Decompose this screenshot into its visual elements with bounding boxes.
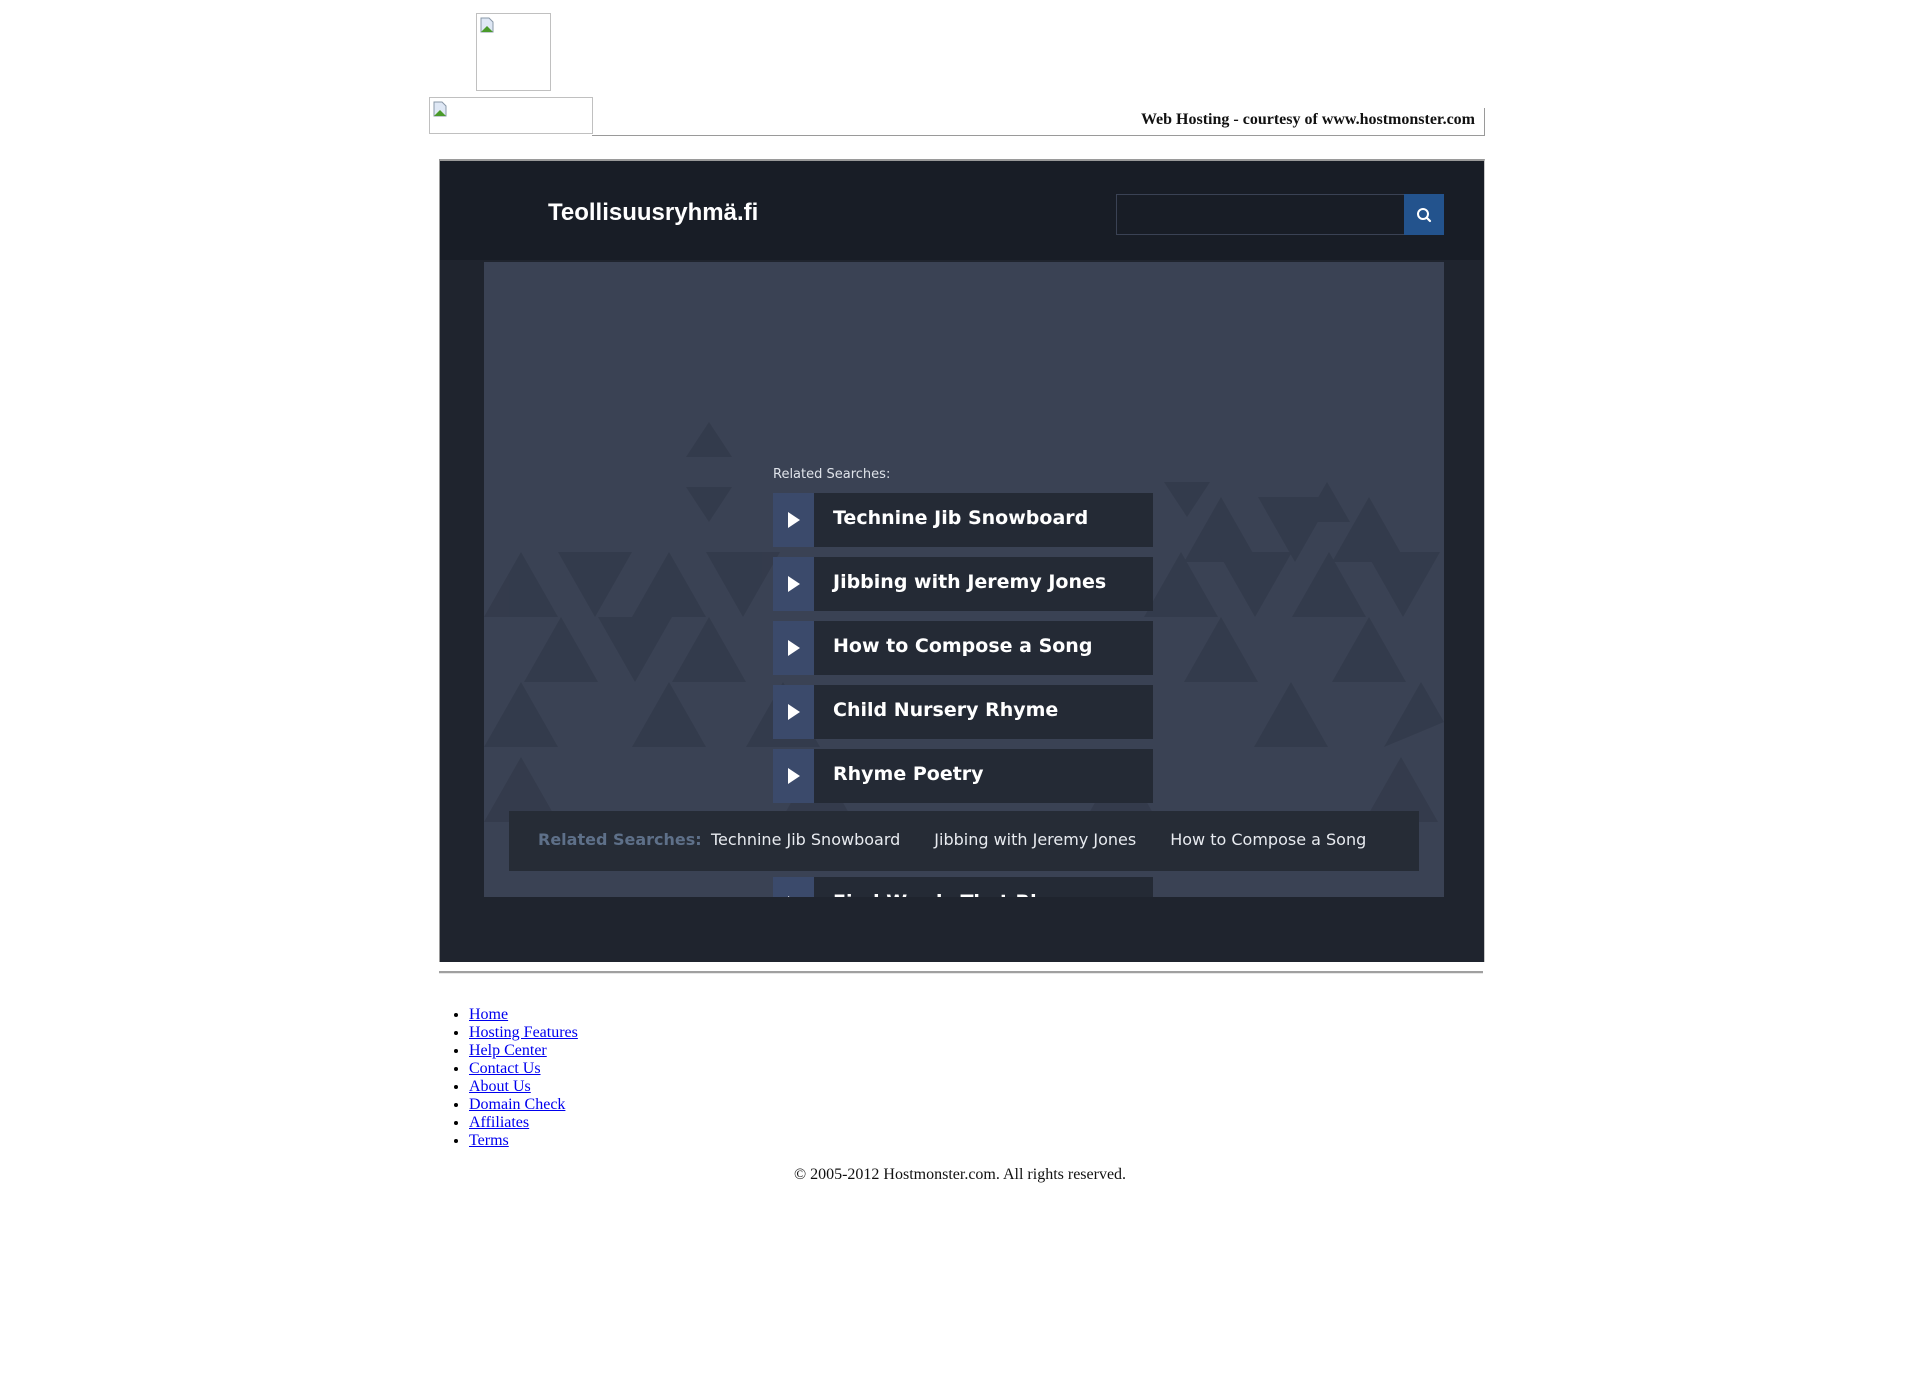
site-title: Teollisuusryhmä.fi <box>548 199 759 226</box>
arrow-cell <box>773 493 814 547</box>
play-arrow-icon <box>788 576 800 592</box>
banner-image <box>429 97 593 134</box>
copyright-text: © 2005-2012 Hostmonster.com. All rights … <box>793 1166 1127 1183</box>
related-search-link[interactable]: Find Words That Rhyme <box>773 877 1153 897</box>
broken-image-icon <box>433 101 447 117</box>
related-search-label: How to Compose a Song <box>833 635 1093 657</box>
footer-nav-item: Help Center <box>469 1042 578 1060</box>
bottom-related-links: Technine Jib Snowboard Jibbing with Jere… <box>711 830 1396 850</box>
footer-nav-item: Terms <box>469 1132 578 1150</box>
related-search-link[interactable]: Jibbing with Jeremy Jones <box>773 557 1153 611</box>
search-icon <box>1417 207 1432 222</box>
related-search-label: Child Nursery Rhyme <box>833 699 1059 721</box>
bottom-related-bar: Related Searches: Technine Jib Snowboard… <box>509 811 1419 871</box>
parked-domain-panel: Teollisuusryhmä.fi Related Searches: Tec… <box>439 159 1485 962</box>
broken-image-icon <box>480 17 494 33</box>
hosting-courtesy-text: Web Hosting - courtesy of www.hostmonste… <box>1140 111 1475 128</box>
related-search-label: Jibbing with Jeremy Jones <box>833 571 1107 593</box>
footer-divider <box>439 971 1483 974</box>
play-arrow-icon <box>788 896 790 897</box>
related-search-link[interactable]: Child Nursery Rhyme <box>773 685 1153 739</box>
arrow-cell <box>773 749 814 803</box>
arrow-cell <box>773 877 814 897</box>
footer-nav: Home Hosting Features Help Center Contac… <box>429 1006 578 1150</box>
related-search-link[interactable]: How to Compose a Song <box>773 621 1153 675</box>
related-searches-label: Related Searches: <box>773 467 891 482</box>
footer-nav-item: Contact Us <box>469 1060 578 1078</box>
footer-nav-item: Affiliates <box>469 1114 578 1132</box>
search-button[interactable] <box>1404 194 1444 235</box>
play-arrow-icon <box>788 640 800 656</box>
footer-link-hosting-features[interactable]: Hosting Features <box>469 1024 578 1041</box>
arrow-cell <box>773 621 814 675</box>
footer-link-about-us[interactable]: About Us <box>469 1078 531 1095</box>
bottom-related-link[interactable]: How to Compose a Song <box>1170 830 1366 849</box>
banner-divider <box>592 135 1485 136</box>
play-arrow-icon <box>788 704 800 720</box>
bottom-related-link[interactable]: Jibbing with Jeremy Jones <box>934 830 1136 849</box>
footer-nav-item: Home <box>469 1006 578 1024</box>
panel-header: Teollisuusryhmä.fi <box>440 161 1484 260</box>
footer-link-terms[interactable]: Terms <box>469 1132 509 1149</box>
related-search-link[interactable]: Technine Jib Snowboard <box>773 493 1153 547</box>
search-form <box>1116 194 1444 235</box>
related-search-label: Find Words That Rhyme <box>833 891 1089 897</box>
bottom-related-link[interactable]: Technine Jib Snowboard <box>711 830 900 849</box>
related-search-label: Rhyme Poetry <box>833 763 984 785</box>
footer-link-affiliates[interactable]: Affiliates <box>469 1114 529 1131</box>
related-search-link[interactable]: Rhyme Poetry <box>773 749 1153 803</box>
footer-nav-item: Domain Check <box>469 1096 578 1114</box>
arrow-cell <box>773 685 814 739</box>
search-input[interactable] <box>1116 194 1405 235</box>
footer-nav-item: About Us <box>469 1078 578 1096</box>
bottom-related-label: Related Searches: <box>538 830 702 849</box>
banner-divider-vertical <box>1484 108 1485 136</box>
logo-image <box>476 13 551 91</box>
footer-nav-item: Hosting Features <box>469 1024 578 1042</box>
footer-link-domain-check[interactable]: Domain Check <box>469 1096 565 1113</box>
play-arrow-icon <box>788 512 800 528</box>
related-search-label: Technine Jib Snowboard <box>833 507 1089 529</box>
content-area: Related Searches: Technine Jib Snowboard… <box>484 262 1444 897</box>
play-arrow-icon <box>788 768 800 784</box>
footer-link-home[interactable]: Home <box>469 1006 508 1023</box>
footer-link-help-center[interactable]: Help Center <box>469 1042 547 1059</box>
arrow-cell <box>773 557 814 611</box>
footer-link-contact-us[interactable]: Contact Us <box>469 1060 541 1077</box>
